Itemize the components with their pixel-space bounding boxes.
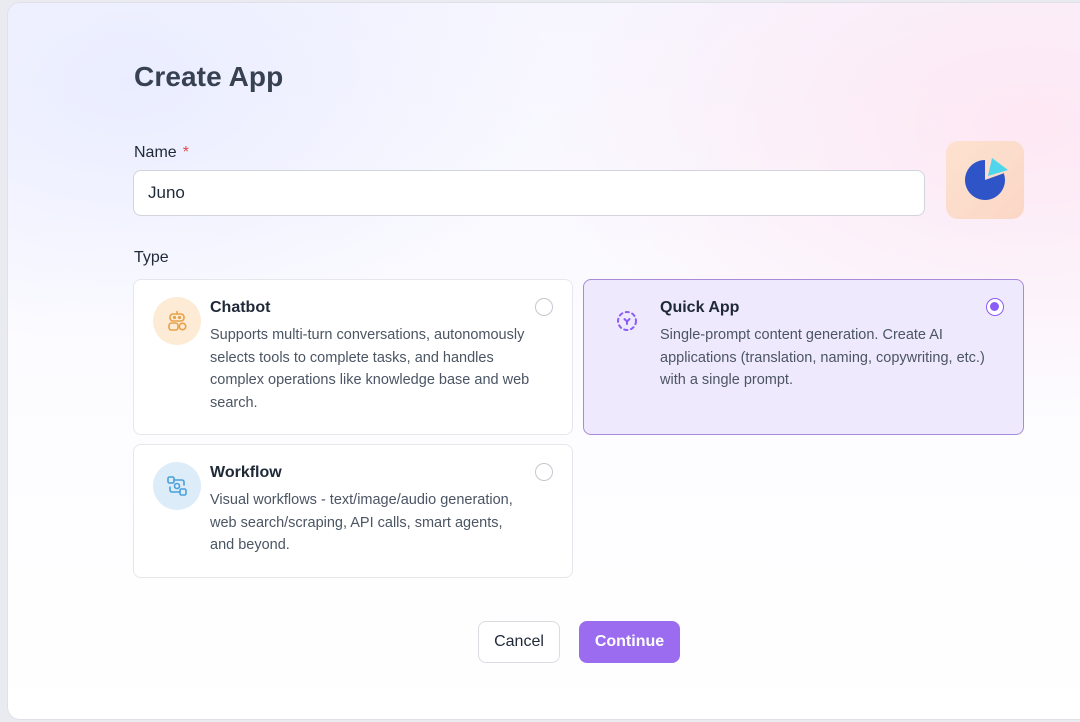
name-label: Name * xyxy=(134,144,189,162)
type-label: Type xyxy=(134,249,169,266)
dialog-title: Create App xyxy=(134,61,284,92)
continue-button[interactable]: Continue xyxy=(579,621,680,663)
app-icon-picker[interactable] xyxy=(946,141,1024,219)
app-name-input[interactable] xyxy=(133,170,925,216)
sparkle-circle-icon xyxy=(603,297,651,345)
name-label-text: Name xyxy=(134,144,177,161)
chatbot-radio[interactable] xyxy=(535,298,553,316)
required-mark: * xyxy=(182,144,189,161)
pie-chart-icon xyxy=(964,158,1008,200)
quick-app-radio[interactable] xyxy=(986,298,1004,316)
chatbot-description: Supports multi-turn conversations, auton… xyxy=(210,327,530,411)
type-card-quick-app[interactable]: Quick App Single-prompt content generati… xyxy=(583,279,1024,435)
cancel-button[interactable]: Cancel xyxy=(478,621,560,663)
chatbot-title: Chatbot xyxy=(210,299,271,316)
quick-app-description: Single-prompt content generation. Create… xyxy=(660,327,985,388)
type-card-chatbot[interactable]: Chatbot Supports multi-turn conversation… xyxy=(133,279,573,435)
create-app-dialog: Create App Name * Type Chatbot Supports m… xyxy=(8,3,1080,719)
quick-app-title: Quick App xyxy=(660,299,740,316)
workflow-description: Visual workflows - text/image/audio gene… xyxy=(210,492,513,553)
workflow-title: Workflow xyxy=(210,464,282,481)
workflow-radio[interactable] xyxy=(535,463,553,481)
workflow-icon xyxy=(153,462,201,510)
type-card-workflow[interactable]: Workflow Visual workflows - text/image/a… xyxy=(133,444,573,578)
robot-icon xyxy=(153,297,201,345)
